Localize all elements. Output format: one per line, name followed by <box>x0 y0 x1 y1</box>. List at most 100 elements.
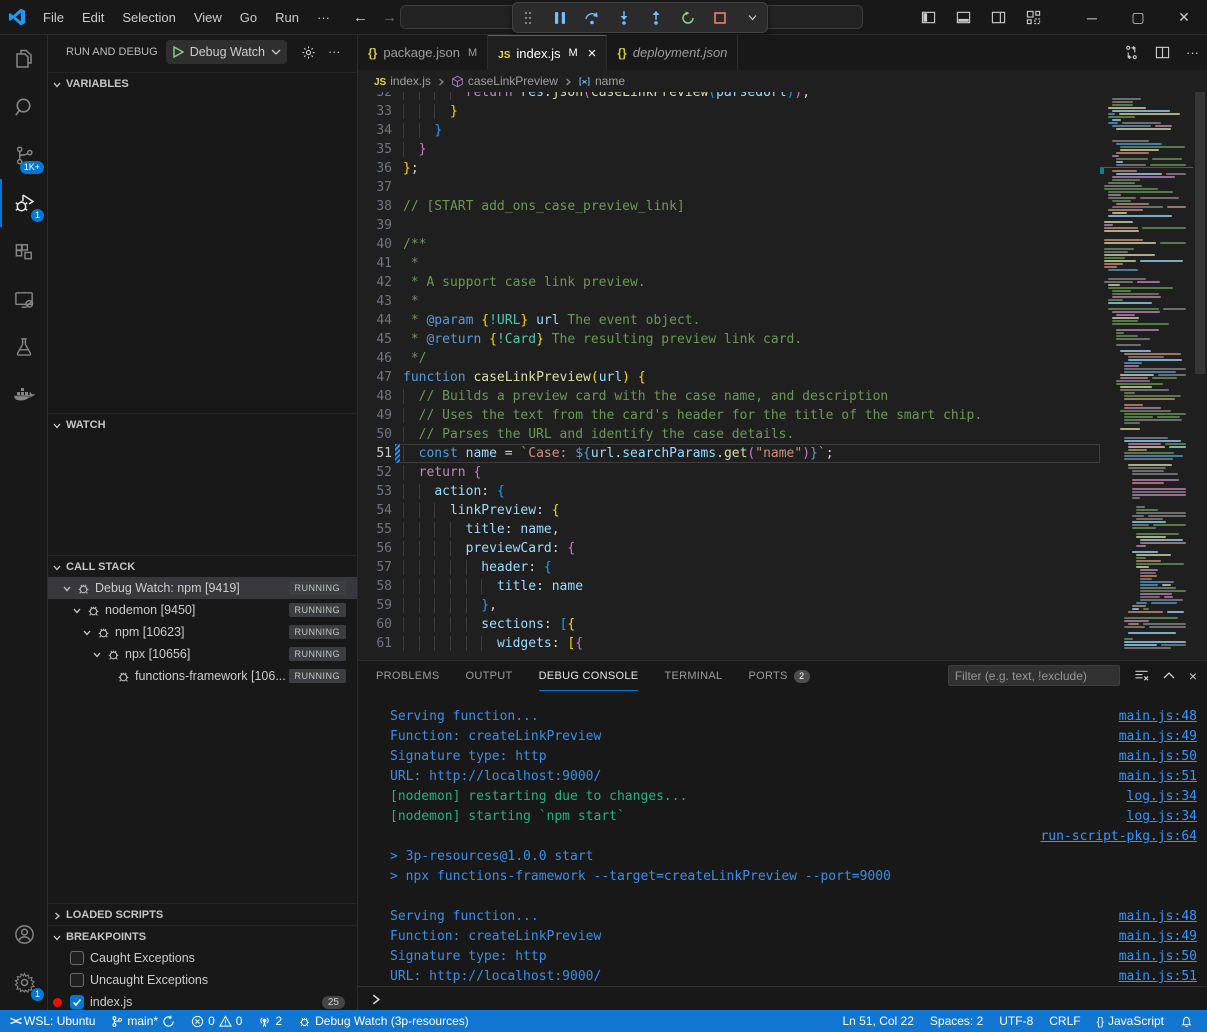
breadcrumb-item[interactable]: JSindex.js <box>374 74 431 88</box>
open-changes-icon[interactable] <box>1124 45 1139 60</box>
stop-icon[interactable] <box>711 9 729 27</box>
section-header-watch[interactable]: WATCH <box>48 413 357 435</box>
callstack-row[interactable]: nodemon [9450]RUNNING <box>48 599 357 621</box>
activity-run-and-debug[interactable]: 1 <box>0 179 48 227</box>
callstack-row[interactable]: functions-framework [106...RUNNING <box>48 665 357 687</box>
menu-selection[interactable]: Selection <box>113 6 184 29</box>
step-into-icon[interactable] <box>615 9 633 27</box>
console-source-link[interactable]: run-script-pkg.js:64 <box>1040 827 1197 847</box>
console-source-link[interactable]: main.js:51 <box>1119 767 1197 787</box>
line-number[interactable]: 55 <box>358 520 392 539</box>
breadcrumb-item[interactable]: caseLinkPreview <box>451 74 558 88</box>
activity-accounts[interactable] <box>0 910 48 958</box>
line-number[interactable]: 49 <box>358 406 392 425</box>
toggle-secondary-sidebar-icon[interactable] <box>991 10 1006 25</box>
status-ports[interactable]: 2 <box>250 1010 290 1032</box>
maximize-panel-icon[interactable] <box>1163 671 1175 680</box>
line-number[interactable]: 44 <box>358 311 392 330</box>
line-number[interactable]: 36 <box>358 159 392 178</box>
debug-settings-gear-icon[interactable] <box>301 45 316 60</box>
chevron-down-icon[interactable] <box>82 628 92 638</box>
minimap[interactable] <box>1100 92 1193 660</box>
debug-console-input[interactable] <box>358 986 1207 1011</box>
line-number[interactable]: 42 <box>358 273 392 292</box>
console-source-link[interactable]: log.js:34 <box>1127 787 1197 807</box>
maximize-button[interactable]: ▢ <box>1115 0 1161 35</box>
panel-tab-problems[interactable]: PROBLEMS <box>376 661 440 691</box>
line-number[interactable]: 43 <box>358 292 392 311</box>
console-source-link[interactable]: main.js:49 <box>1119 927 1197 947</box>
tab-index.js[interactable]: JSindex.jsM× <box>488 35 607 70</box>
line-number[interactable]: 34 <box>358 121 392 140</box>
line-number[interactable]: 58 <box>358 577 392 596</box>
console-source-link[interactable]: main.js:48 <box>1119 907 1197 927</box>
status-remote[interactable]: ><WSL: Ubuntu <box>0 1010 103 1032</box>
line-number[interactable]: 39 <box>358 216 392 235</box>
callstack-row[interactable]: npm [10623]RUNNING <box>48 621 357 643</box>
scrollbar-slider[interactable] <box>1195 92 1205 374</box>
minimize-button[interactable]: ─ <box>1069 0 1115 35</box>
step-out-icon[interactable] <box>647 9 665 27</box>
line-number[interactable]: 38 <box>358 197 392 216</box>
breakpoint-row[interactable]: Caught Exceptions <box>48 947 357 969</box>
line-number[interactable]: 46 <box>358 349 392 368</box>
panel-tab-debug-console[interactable]: DEBUG CONSOLE <box>539 661 639 691</box>
console-source-link[interactable]: main.js:49 <box>1119 727 1197 747</box>
checkbox[interactable] <box>70 995 84 1009</box>
customize-layout-icon[interactable] <box>1026 10 1041 25</box>
activity-explorer[interactable] <box>0 35 48 83</box>
line-number[interactable]: 45 <box>358 330 392 349</box>
nav-forward-icon[interactable]: → <box>382 9 397 26</box>
split-editor-icon[interactable] <box>1155 45 1170 60</box>
line-number[interactable]: 57 <box>358 558 392 577</box>
chevron-down-icon[interactable] <box>72 606 82 616</box>
activity-settings[interactable]: 1 <box>0 958 48 1006</box>
callstack-row[interactable]: Debug Watch: npm [9419]RUNNING <box>48 577 357 599</box>
tab-deployment.json[interactable]: {}deployment.json <box>607 35 738 70</box>
line-number[interactable]: 52 <box>358 463 392 482</box>
activity-remote-explorer[interactable] <box>0 275 48 323</box>
breakpoint-row[interactable]: Uncaught Exceptions <box>48 969 357 991</box>
line-number[interactable]: 40 <box>358 235 392 254</box>
toggle-primary-sidebar-icon[interactable] <box>921 10 936 25</box>
checkbox[interactable] <box>70 951 84 965</box>
status-cursor-position[interactable]: Ln 51, Col 22 <box>835 1010 922 1032</box>
dropdown-icon[interactable] <box>743 9 761 27</box>
line-number[interactable]: 59 <box>358 596 392 615</box>
sidebar-more-actions-icon[interactable]: ··· <box>328 45 341 59</box>
line-number[interactable]: 54 <box>358 501 392 520</box>
chevron-down-icon[interactable] <box>92 650 102 660</box>
panel-tab-output[interactable]: OUTPUT <box>466 661 513 691</box>
line-number[interactable]: 51 <box>358 444 392 463</box>
clear-console-icon[interactable] <box>1134 668 1149 683</box>
close-tab-icon[interactable]: × <box>588 45 597 62</box>
menu-edit[interactable]: Edit <box>73 6 113 29</box>
close-button[interactable]: ✕ <box>1161 0 1207 35</box>
tab-package.json[interactable]: {}package.jsonM <box>358 35 488 70</box>
callstack-row[interactable]: npx [10656]RUNNING <box>48 643 357 665</box>
menu-go[interactable]: Go <box>231 6 266 29</box>
line-number[interactable]: 47 <box>358 368 392 387</box>
panel-tab-terminal[interactable]: TERMINAL <box>664 661 722 691</box>
line-number[interactable]: 60 <box>358 615 392 634</box>
console-source-link[interactable]: main.js:50 <box>1119 947 1197 967</box>
line-number[interactable]: 53 <box>358 482 392 501</box>
line-number[interactable]: 41 <box>358 254 392 273</box>
activity-docker[interactable] <box>0 371 48 419</box>
status-branch[interactable]: main* <box>103 1010 183 1032</box>
section-header-variables[interactable]: VARIABLES <box>48 72 357 94</box>
step-over-icon[interactable] <box>583 9 601 27</box>
section-header-breakpoints[interactable]: BREAKPOINTS <box>48 925 357 947</box>
close-panel-icon[interactable]: × <box>1189 668 1197 684</box>
chevron-down-icon[interactable] <box>62 584 72 594</box>
line-number[interactable]: 32 <box>358 92 392 102</box>
activity-search[interactable] <box>0 83 48 131</box>
line-number[interactable]: 61 <box>358 634 392 653</box>
status-debug-session[interactable]: Debug Watch (3p-resources) <box>290 1010 477 1032</box>
line-number[interactable]: 48 <box>358 387 392 406</box>
pause-icon[interactable] <box>551 9 569 27</box>
status-problems[interactable]: 00 <box>183 1010 250 1032</box>
editor-scrollbar[interactable] <box>1193 92 1207 660</box>
activity-testing[interactable] <box>0 323 48 371</box>
menu-view[interactable]: View <box>185 6 231 29</box>
